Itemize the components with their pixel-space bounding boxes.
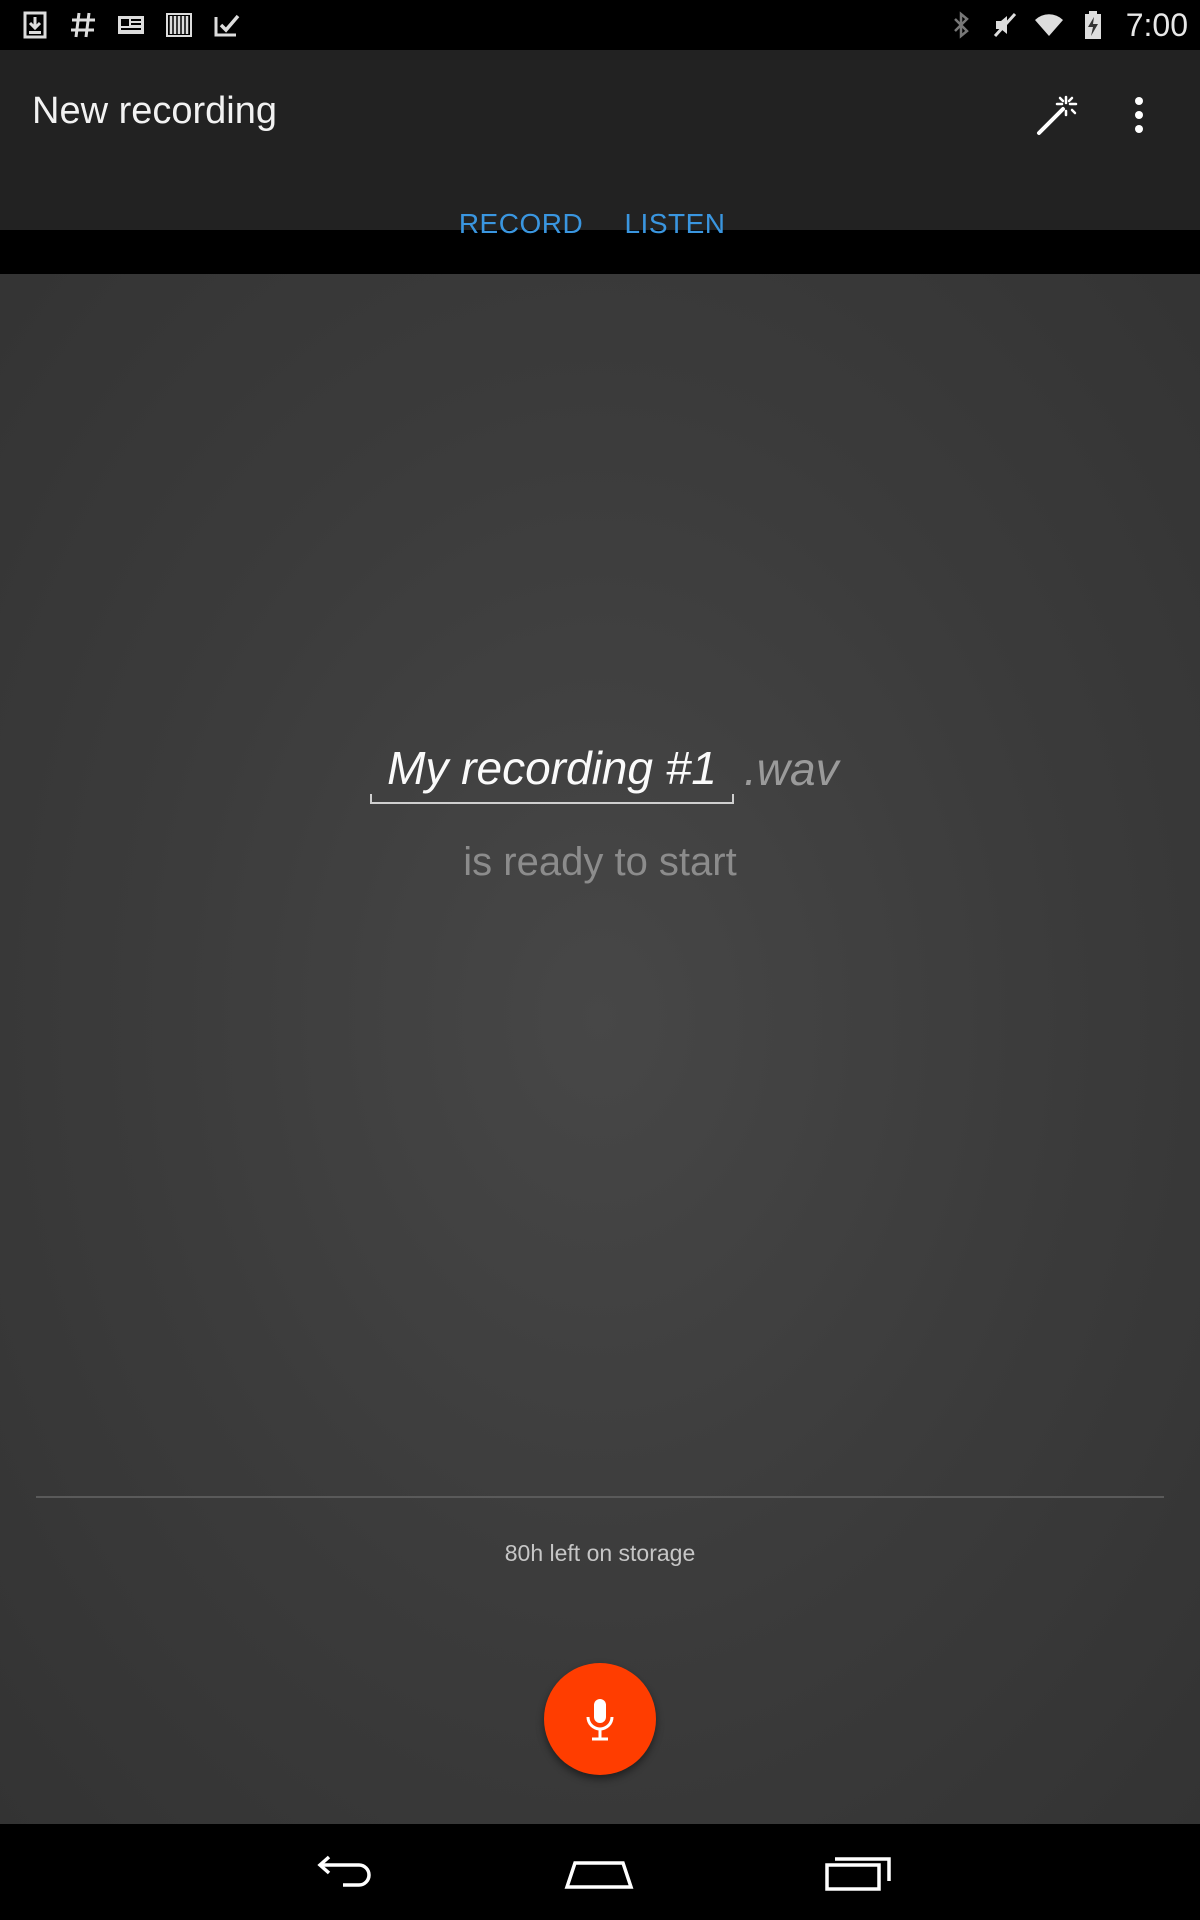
overflow-menu-button[interactable]: [1104, 80, 1174, 150]
magic-wand-button[interactable]: [1020, 80, 1090, 150]
navigation-bar: [0, 1824, 1200, 1920]
news-icon: [116, 10, 146, 40]
battery-charging-icon: [1078, 10, 1108, 40]
back-button[interactable]: [288, 1838, 398, 1906]
recents-button[interactable]: [802, 1838, 912, 1906]
check-icon: [212, 10, 242, 40]
system-icons: 7:00: [946, 6, 1188, 44]
status-time: 7:00: [1125, 6, 1188, 43]
storage-remaining: 80h left on storage: [504, 1540, 696, 1566]
home-icon: [564, 1861, 634, 1889]
wifi-icon: [1034, 10, 1064, 40]
ready-status: is ready to start: [463, 840, 737, 884]
notification-icons: [20, 8, 242, 42]
status-bar: 7:00: [0, 0, 1200, 50]
record-button[interactable]: [544, 1663, 656, 1775]
tab-record-label: RECORD: [458, 208, 584, 239]
tab-listen-label: LISTEN: [624, 208, 726, 239]
divider: [36, 1496, 1164, 1498]
action-bar: New recording RECORD LISTEN: [0, 50, 1200, 280]
page-title: New recording: [32, 90, 277, 132]
file-extension: .wav: [744, 743, 839, 795]
mute-icon: [990, 10, 1020, 40]
back-icon: [317, 1855, 371, 1887]
tab-listen[interactable]: LISTEN: [600, 200, 750, 280]
barcode-icon: [164, 10, 194, 40]
filename-input[interactable]: My recording #1: [370, 734, 734, 804]
microphone-icon: [586, 1699, 614, 1741]
recents-icon: [825, 1857, 891, 1891]
home-button[interactable]: [544, 1838, 654, 1906]
filename-row: My recording #1 .wav: [370, 734, 839, 804]
magic-wand-icon: [1037, 95, 1078, 135]
overflow-menu-icon: [1135, 97, 1143, 133]
bluetooth-icon: [946, 10, 976, 40]
record-panel: My recording #1 .wav is ready to start 8…: [0, 274, 1200, 1824]
tab-bar: RECORD LISTEN: [442, 200, 750, 280]
download-icon: [20, 10, 50, 40]
hashtag-icon: [68, 10, 98, 40]
tab-record[interactable]: RECORD: [442, 200, 600, 280]
